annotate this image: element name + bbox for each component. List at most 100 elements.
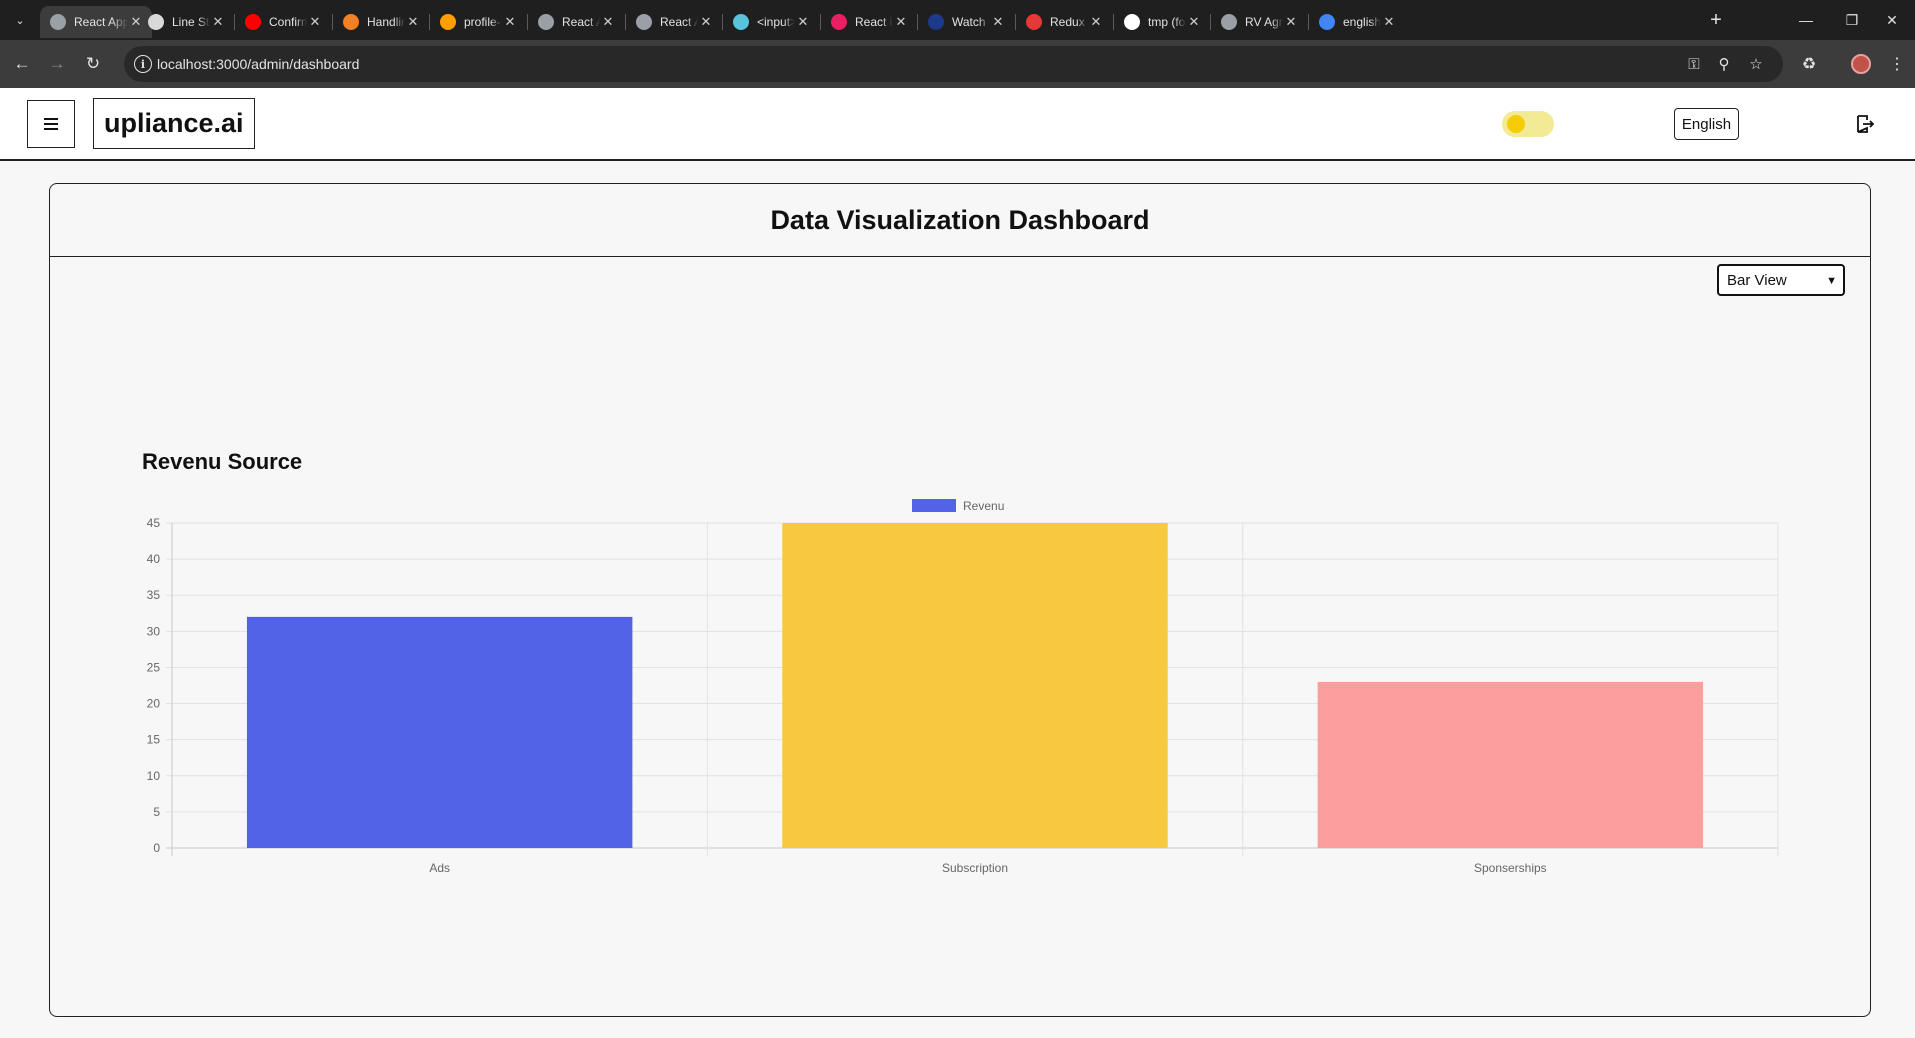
tab-title: Confirm xyxy=(269,15,307,29)
y-tick-label: 5 xyxy=(153,805,160,819)
tab-title: Watch S xyxy=(952,15,990,29)
tab-title: Handling xyxy=(367,15,405,29)
tab-separator xyxy=(1113,14,1114,30)
tab-favicon-icon xyxy=(1026,14,1042,30)
tab-favicon-icon xyxy=(1124,14,1140,30)
tab-favicon-icon xyxy=(50,14,66,30)
tab-close-icon[interactable]: ✕ xyxy=(698,14,714,30)
browser-tab[interactable]: React App✕ xyxy=(528,6,624,38)
tab-favicon-icon xyxy=(343,14,359,30)
bookmark-star-icon[interactable]: ☆ xyxy=(1746,54,1766,74)
address-bar[interactable]: i localhost:3000/admin/dashboard ⚿ ⚲ ☆ xyxy=(124,46,1783,82)
tab-separator xyxy=(429,14,430,30)
profile-avatar[interactable] xyxy=(1851,54,1871,74)
x-tick-label: Sponserships xyxy=(1474,861,1547,875)
site-info-icon[interactable]: i xyxy=(134,55,152,73)
theme-toggle-knob xyxy=(1507,115,1525,133)
tab-favicon-icon xyxy=(538,14,554,30)
address-url[interactable]: localhost:3000/admin/dashboard xyxy=(157,56,359,72)
tab-title: React App xyxy=(660,15,698,29)
tab-favicon-icon xyxy=(928,14,944,30)
browser-tab[interactable]: profile-m✕ xyxy=(430,6,526,38)
bar-ads xyxy=(246,616,633,848)
back-arrow-icon[interactable]: ← xyxy=(8,50,36,78)
tab-close-icon[interactable]: ✕ xyxy=(210,14,226,30)
tab-favicon-icon xyxy=(1319,14,1335,30)
tab-close-icon[interactable]: ✕ xyxy=(1283,14,1299,30)
tab-search-chevron-icon[interactable]: ⌄ xyxy=(8,8,32,32)
browser-tab[interactable]: english t✕ xyxy=(1309,6,1405,38)
tab-close-icon[interactable]: ✕ xyxy=(990,14,1006,30)
tab-title: <input> xyxy=(757,15,795,29)
tab-close-icon[interactable]: ✕ xyxy=(502,14,518,30)
legend-swatch xyxy=(912,499,956,512)
brand-logo[interactable]: upliance.ai xyxy=(93,98,255,149)
tab-favicon-icon xyxy=(245,14,261,30)
tab-close-icon[interactable]: ✕ xyxy=(307,14,323,30)
tab-title: React App xyxy=(74,15,128,29)
browser-tab[interactable]: <input> ✕ xyxy=(723,6,819,38)
browser-tab[interactable]: Confirm ✕ xyxy=(235,6,331,38)
tab-separator xyxy=(722,14,723,30)
browser-tab[interactable]: React icons✕ xyxy=(821,6,917,38)
tab-favicon-icon xyxy=(440,14,456,30)
tab-favicon-icon xyxy=(636,14,652,30)
tab-title: Redux D xyxy=(1050,15,1088,29)
browser-tab[interactable]: React App✕ xyxy=(626,6,722,38)
tab-separator xyxy=(625,14,626,30)
tab-separator xyxy=(820,14,821,30)
bar-sponserships xyxy=(1317,681,1704,848)
y-tick-label: 25 xyxy=(147,660,161,674)
revenue-bar-chart: 0 5 10 15 20 25 30 35 40 45 Ads Subscription Sponser… xyxy=(147,499,1779,875)
tab-separator xyxy=(1015,14,1016,30)
tab-separator xyxy=(1308,14,1309,30)
more-menu-icon[interactable]: ⋮ xyxy=(1883,50,1911,78)
tab-separator xyxy=(234,14,235,30)
tab-close-icon[interactable]: ✕ xyxy=(795,14,811,30)
tab-close-icon[interactable]: ✕ xyxy=(1381,14,1397,30)
browser-tab[interactable]: Redux D✕ xyxy=(1016,6,1112,38)
tab-close-icon[interactable]: ✕ xyxy=(405,14,421,30)
x-tick-label: Ads xyxy=(429,861,450,875)
tab-title: RV Agra xyxy=(1245,15,1283,29)
bar-subscription xyxy=(782,523,1168,848)
theme-toggle[interactable] xyxy=(1502,111,1554,137)
browser-tab[interactable]: Line Styling✕ xyxy=(138,6,234,38)
minimize-window-icon[interactable]: — xyxy=(1783,0,1829,40)
y-tick-label: 40 xyxy=(147,552,161,566)
hamburger-menu-button[interactable] xyxy=(27,100,75,148)
tab-title: React icons xyxy=(855,15,893,29)
hamburger-icon xyxy=(44,118,58,130)
browser-tab[interactable]: Watch S✕ xyxy=(918,6,1014,38)
y-tick-label: 20 xyxy=(147,697,161,711)
browser-tab[interactable]: tmp (fork✕ xyxy=(1114,6,1210,38)
tab-favicon-icon xyxy=(148,14,164,30)
y-tick-label: 10 xyxy=(147,769,161,783)
browser-tab-bar: ⌄ React App✕Line Styling✕Confirm✕Handlin… xyxy=(0,0,1915,40)
password-key-icon[interactable]: ⚿ xyxy=(1684,54,1704,74)
tab-favicon-icon xyxy=(1221,14,1237,30)
tab-close-icon[interactable]: ✕ xyxy=(1088,14,1104,30)
y-tick-label: 35 xyxy=(147,588,161,602)
reload-icon[interactable]: ↻ xyxy=(79,50,107,78)
tab-favicon-icon xyxy=(831,14,847,30)
language-button[interactable]: English xyxy=(1674,108,1739,140)
browser-tab[interactable]: Handling✕ xyxy=(333,6,429,38)
browser-tab[interactable]: React App✕ xyxy=(40,6,152,38)
y-tick-label: 45 xyxy=(147,516,161,530)
browser-tab[interactable]: RV Agra✕ xyxy=(1211,6,1307,38)
zoom-icon[interactable]: ⚲ xyxy=(1714,54,1734,74)
tab-separator xyxy=(332,14,333,30)
dashboard-card: Data Visualization Dashboard Bar View ▼ … xyxy=(49,183,1871,1017)
logout-icon[interactable] xyxy=(1853,112,1877,136)
tab-close-icon[interactable]: ✕ xyxy=(1186,14,1202,30)
new-tab-plus-icon[interactable]: + xyxy=(1704,8,1728,32)
tab-title: english t xyxy=(1343,15,1381,29)
extensions-puzzle-icon[interactable]: ♻ xyxy=(1795,50,1823,78)
tab-separator xyxy=(1210,14,1211,30)
close-window-icon[interactable]: ✕ xyxy=(1869,0,1915,40)
forward-arrow-icon[interactable]: → xyxy=(43,50,71,78)
tab-close-icon[interactable]: ✕ xyxy=(600,14,616,30)
x-tick-label: Subscription xyxy=(942,861,1008,875)
tab-close-icon[interactable]: ✕ xyxy=(893,14,909,30)
